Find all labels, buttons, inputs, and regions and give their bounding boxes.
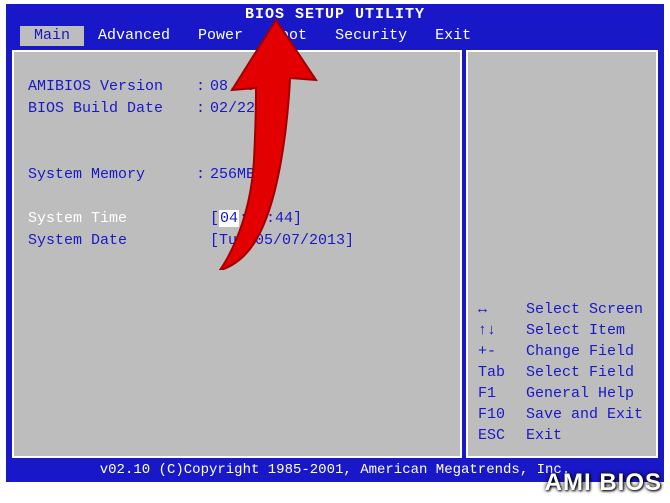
build-date-value: 02/22/06 xyxy=(210,98,442,120)
row-system-time[interactable]: System Time [04:50:44] xyxy=(28,208,442,230)
app-title: BIOS SETUP UTILITY xyxy=(245,6,425,23)
help-key: ↑↓ xyxy=(478,320,526,341)
row-bios-version: AMIBIOS Version : 08.00.02 xyxy=(28,76,442,98)
main-panel: AMIBIOS Version : 08.00.02 BIOS Build Da… xyxy=(12,50,462,458)
help-block: ↔ Select Screen ↑↓ Select Item +- Change… xyxy=(478,299,648,446)
row-memory: System Memory : 256MB xyxy=(28,164,442,186)
bios-version-label: AMIBIOS Version xyxy=(28,76,196,98)
memory-label: System Memory xyxy=(28,164,196,186)
colon xyxy=(196,230,210,252)
colon: : xyxy=(196,76,210,98)
memory-value: 256MB xyxy=(210,164,442,186)
help-desc: Exit xyxy=(526,425,562,446)
tab-power[interactable]: Power xyxy=(184,26,257,46)
system-date-label: System Date xyxy=(28,230,196,252)
help-key: F10 xyxy=(478,404,526,425)
watermark: AMI BIOS xyxy=(545,469,662,497)
title-bar: BIOS SETUP UTILITY xyxy=(6,4,664,26)
help-key: ESC xyxy=(478,425,526,446)
help-key: F1 xyxy=(478,383,526,404)
tab-boot[interactable]: Boot xyxy=(257,26,321,46)
help-desc: Change Field xyxy=(526,341,634,362)
colon: : xyxy=(196,164,210,186)
panels: AMIBIOS Version : 08.00.02 BIOS Build Da… xyxy=(12,50,658,458)
help-desc: Select Screen xyxy=(526,299,643,320)
tab-exit[interactable]: Exit xyxy=(421,26,485,46)
colon xyxy=(196,208,210,230)
help-key: ↔ xyxy=(478,299,526,320)
help-desc: Save and Exit xyxy=(526,404,643,425)
help-select-item: ↑↓ Select Item xyxy=(478,320,648,341)
help-exit: ESC Exit xyxy=(478,425,648,446)
build-date-label: BIOS Build Date xyxy=(28,98,196,120)
help-general-help: F1 General Help xyxy=(478,383,648,404)
row-system-date[interactable]: System Date [Tue 05/07/2013] xyxy=(28,230,442,252)
spacer xyxy=(28,186,442,208)
colon: : xyxy=(196,98,210,120)
help-select-field: Tab Select Field xyxy=(478,362,648,383)
time-hour-selected[interactable]: 04 xyxy=(219,210,239,227)
system-date-value[interactable]: [Tue 05/07/2013] xyxy=(210,230,442,252)
row-build-date: BIOS Build Date : 02/22/06 xyxy=(28,98,442,120)
menu-bar: Main Advanced Power Boot Security Exit xyxy=(6,26,664,48)
system-time-label: System Time xyxy=(28,208,196,230)
tab-security[interactable]: Security xyxy=(321,26,421,46)
tab-main[interactable]: Main xyxy=(20,26,84,46)
bios-version-value: 08.00.02 xyxy=(210,76,442,98)
system-time-value[interactable]: [04:50:44] xyxy=(210,208,442,230)
help-desc: General Help xyxy=(526,383,634,404)
help-panel: ↔ Select Screen ↑↓ Select Item +- Change… xyxy=(466,50,658,458)
spacer xyxy=(28,120,442,164)
help-key: +- xyxy=(478,341,526,362)
help-change-field: +- Change Field xyxy=(478,341,648,362)
bios-window: BIOS SETUP UTILITY Main Advanced Power B… xyxy=(6,4,664,482)
help-desc: Select Item xyxy=(526,320,625,341)
help-select-screen: ↔ Select Screen xyxy=(478,299,648,320)
tab-advanced[interactable]: Advanced xyxy=(84,26,184,46)
help-save-exit: F10 Save and Exit xyxy=(478,404,648,425)
help-key: Tab xyxy=(478,362,526,383)
help-desc: Select Field xyxy=(526,362,634,383)
time-rest: :50:44 xyxy=(239,210,293,227)
